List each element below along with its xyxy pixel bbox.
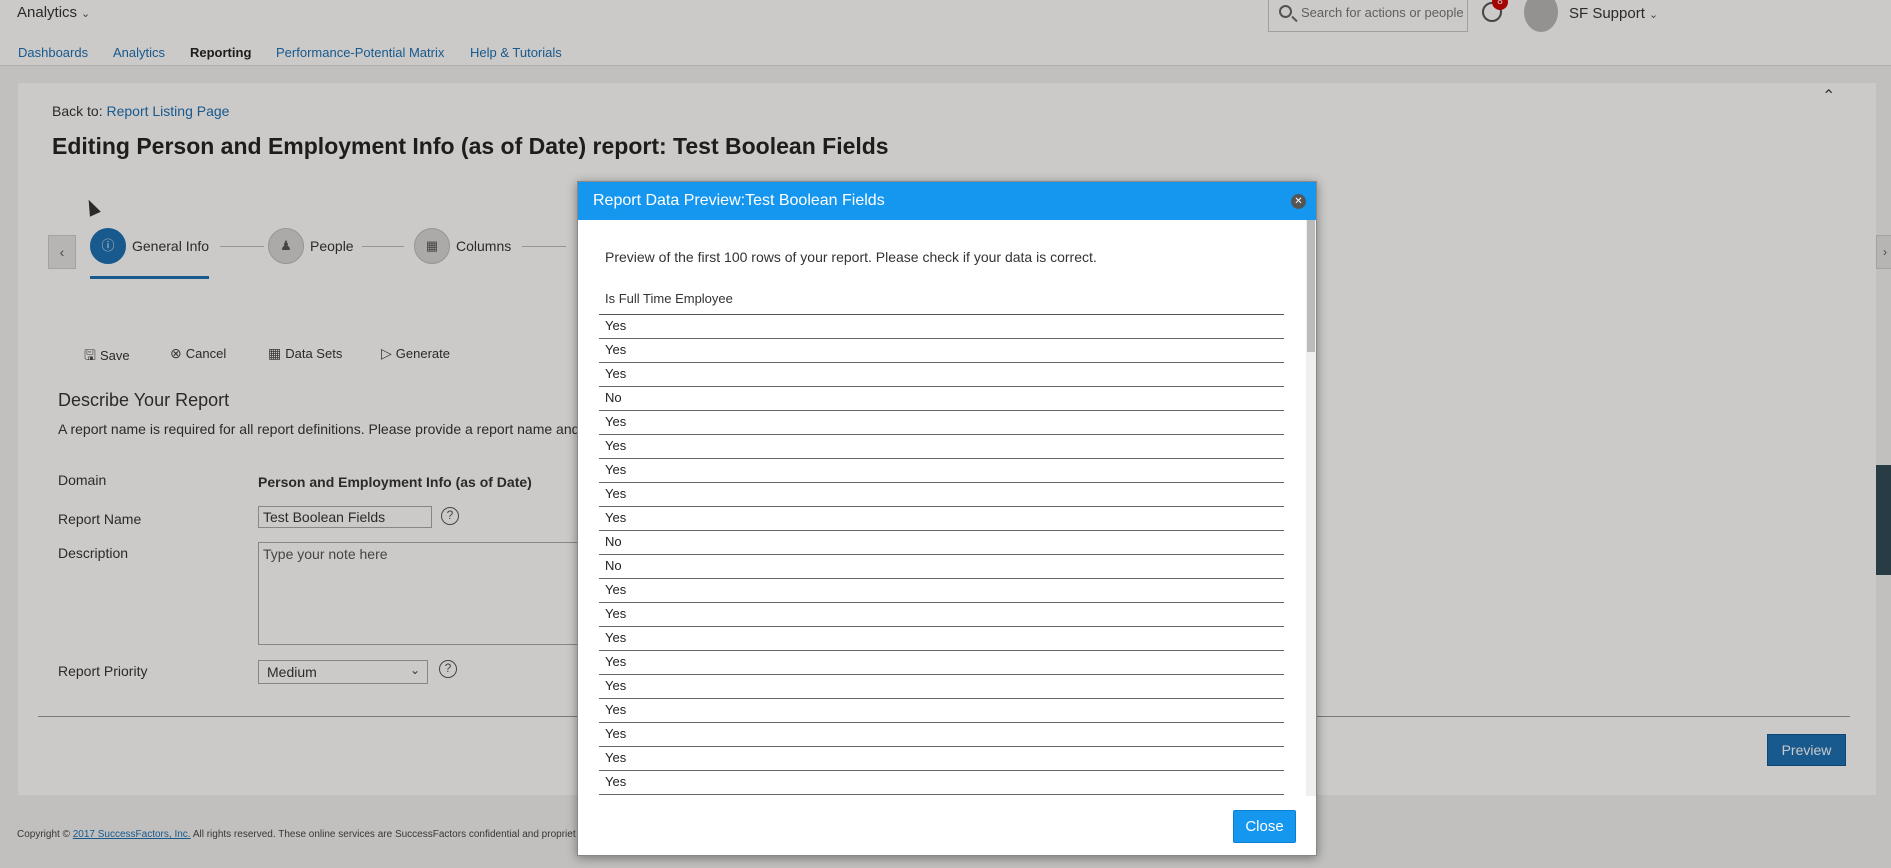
table-row: No: [599, 531, 1284, 555]
dialog-footer: Close: [578, 796, 1316, 855]
report-data-preview-dialog: Report Data Preview:Test Boolean Fields …: [577, 181, 1317, 856]
table-body: Yes Yes Yes No Yes Yes Yes Yes Yes No No Yes Yes Yes Y…: [599, 315, 1284, 795]
table-row: Yes: [599, 723, 1284, 747]
table-row: Yes: [599, 651, 1284, 675]
table-row: Yes: [599, 483, 1284, 507]
scrollbar-thumb[interactable]: [1307, 220, 1315, 352]
close-icon[interactable]: ✕: [1291, 194, 1306, 209]
dialog-title: Report Data Preview:Test Boolean Fields: [593, 192, 885, 209]
dialog-header: Report Data Preview:Test Boolean Fields …: [578, 182, 1316, 220]
table-row: Yes: [599, 411, 1284, 435]
table-row: Yes: [599, 699, 1284, 723]
table-row: Yes: [599, 363, 1284, 387]
table-row: Yes: [599, 627, 1284, 651]
table-row: Yes: [599, 579, 1284, 603]
table-row: Yes: [599, 459, 1284, 483]
table-row: No: [599, 555, 1284, 579]
table-row: Yes: [599, 603, 1284, 627]
dialog-body: Preview of the first 100 rows of your re…: [578, 220, 1304, 796]
table-row: Yes: [599, 315, 1284, 339]
table-row: Yes: [599, 339, 1284, 363]
dialog-scrollbar[interactable]: [1306, 220, 1316, 796]
close-button[interactable]: Close: [1233, 810, 1296, 843]
preview-table: Is Full Time Employee Yes Yes Yes No Yes Yes Y…: [599, 290, 1284, 795]
table-row: Yes: [599, 771, 1284, 795]
dialog-description: Preview of the first 100 rows of your re…: [605, 249, 1097, 265]
column-header: Is Full Time Employee: [599, 290, 1284, 315]
table-row: Yes: [599, 747, 1284, 771]
table-row: No: [599, 387, 1284, 411]
table-row: Yes: [599, 435, 1284, 459]
table-row: Yes: [599, 507, 1284, 531]
table-row: Yes: [599, 675, 1284, 699]
